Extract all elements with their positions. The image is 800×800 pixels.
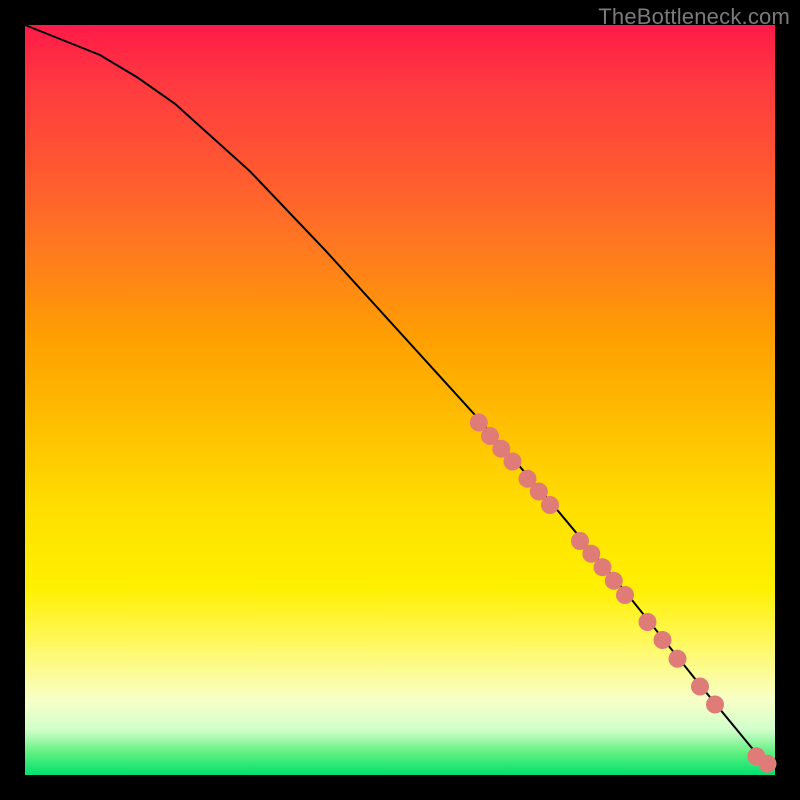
chart-overlay <box>25 25 775 775</box>
data-points <box>470 414 777 773</box>
data-point <box>605 572 623 590</box>
data-point <box>759 755 777 773</box>
bottleneck-curve <box>25 25 775 764</box>
data-point <box>669 650 687 668</box>
data-point <box>616 586 634 604</box>
data-point <box>654 631 672 649</box>
data-point <box>691 678 709 696</box>
data-point <box>706 696 724 714</box>
data-point <box>639 613 657 631</box>
data-point <box>541 496 559 514</box>
data-point <box>504 453 522 471</box>
